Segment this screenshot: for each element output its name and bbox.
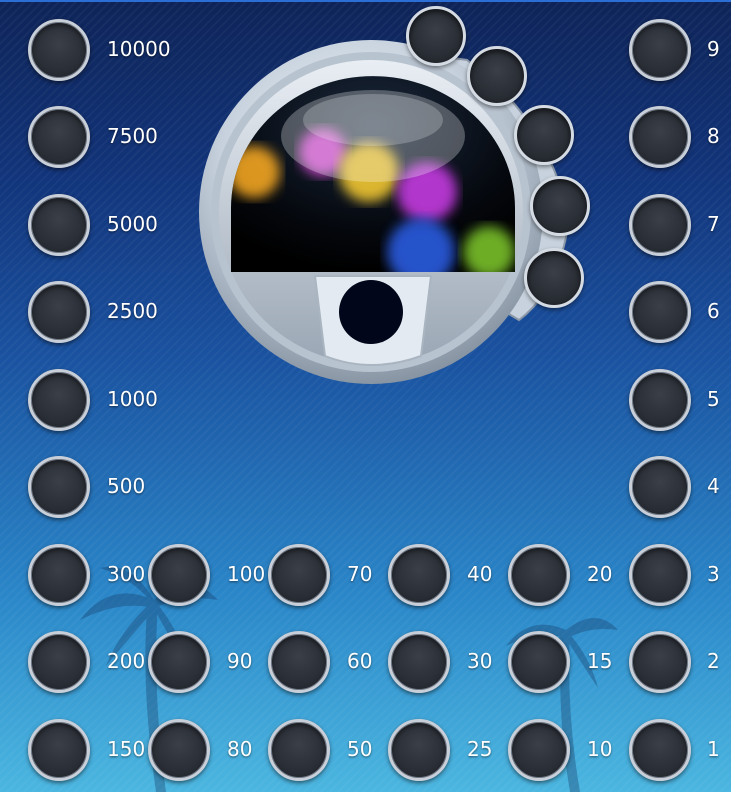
grid-label: 40: [467, 562, 493, 586]
number-slot-3[interactable]: [629, 544, 691, 606]
top-border: [0, 0, 731, 2]
prize-label: 5000: [107, 212, 158, 236]
grid-slot-70[interactable]: [268, 544, 330, 606]
prize-label: 7500: [107, 124, 158, 148]
prize-slot-300[interactable]: [28, 544, 90, 606]
grid-label: 100: [227, 562, 266, 586]
number-label: 3: [707, 562, 720, 586]
grid-slot-100[interactable]: [148, 544, 210, 606]
number-label: 2: [707, 649, 720, 673]
grid-label: 20: [587, 562, 613, 586]
grid-slot-25[interactable]: [388, 719, 450, 781]
number-slot-7[interactable]: [629, 194, 691, 256]
grid-slot-20[interactable]: [508, 544, 570, 606]
grid-label: 80: [227, 737, 253, 761]
grid-label: 70: [347, 562, 373, 586]
number-slot-5[interactable]: [629, 369, 691, 431]
number-slot-4[interactable]: [629, 456, 691, 518]
machine-ball-slot: [530, 176, 590, 236]
number-label: 5: [707, 387, 720, 411]
grid-label: 50: [347, 737, 373, 761]
grid-label: 60: [347, 649, 373, 673]
machine-ball-slot: [467, 46, 527, 106]
prize-label: 200: [107, 649, 146, 673]
number-label: 9: [707, 37, 720, 61]
grid-slot-30[interactable]: [388, 631, 450, 693]
prize-slot-10000[interactable]: [28, 19, 90, 81]
prize-slot-200[interactable]: [28, 631, 90, 693]
number-slot-6[interactable]: [629, 281, 691, 343]
lottery-machine-body: [199, 40, 571, 384]
number-label: 4: [707, 474, 720, 498]
prize-slot-500[interactable]: [28, 456, 90, 518]
prize-label: 300: [107, 562, 146, 586]
grid-slot-60[interactable]: [268, 631, 330, 693]
number-label: 8: [707, 124, 720, 148]
number-slot-9[interactable]: [629, 19, 691, 81]
number-label: 1: [707, 737, 720, 761]
grid-label: 15: [587, 649, 613, 673]
grid-slot-90[interactable]: [148, 631, 210, 693]
grid-slot-10[interactable]: [508, 719, 570, 781]
grid-label: 10: [587, 737, 613, 761]
prize-slot-150[interactable]: [28, 719, 90, 781]
prize-label: 2500: [107, 299, 158, 323]
grid-slot-50[interactable]: [268, 719, 330, 781]
prize-slot-7500[interactable]: [28, 106, 90, 168]
grid-label: 25: [467, 737, 493, 761]
prize-label: 1000: [107, 387, 158, 411]
prize-slot-1000[interactable]: [28, 369, 90, 431]
number-label: 6: [707, 299, 720, 323]
number-label: 7: [707, 212, 720, 236]
prize-label: 10000: [107, 37, 171, 61]
machine-ball-slot: [514, 105, 574, 165]
prize-slot-5000[interactable]: [28, 194, 90, 256]
lottery-machine: [199, 6, 590, 400]
grid-label: 90: [227, 649, 253, 673]
number-slot-2[interactable]: [629, 631, 691, 693]
number-slot-1[interactable]: [629, 719, 691, 781]
grid-slot-80[interactable]: [148, 719, 210, 781]
grid-slot-15[interactable]: [508, 631, 570, 693]
number-slot-8[interactable]: [629, 106, 691, 168]
grid-slot-40[interactable]: [388, 544, 450, 606]
prize-slot-2500[interactable]: [28, 281, 90, 343]
prize-label: 150: [107, 737, 146, 761]
machine-ball: [463, 226, 515, 272]
machine-ball-slot: [406, 6, 466, 66]
grid-label: 30: [467, 649, 493, 673]
machine-ball-slot: [524, 248, 584, 308]
prize-label: 500: [107, 474, 146, 498]
